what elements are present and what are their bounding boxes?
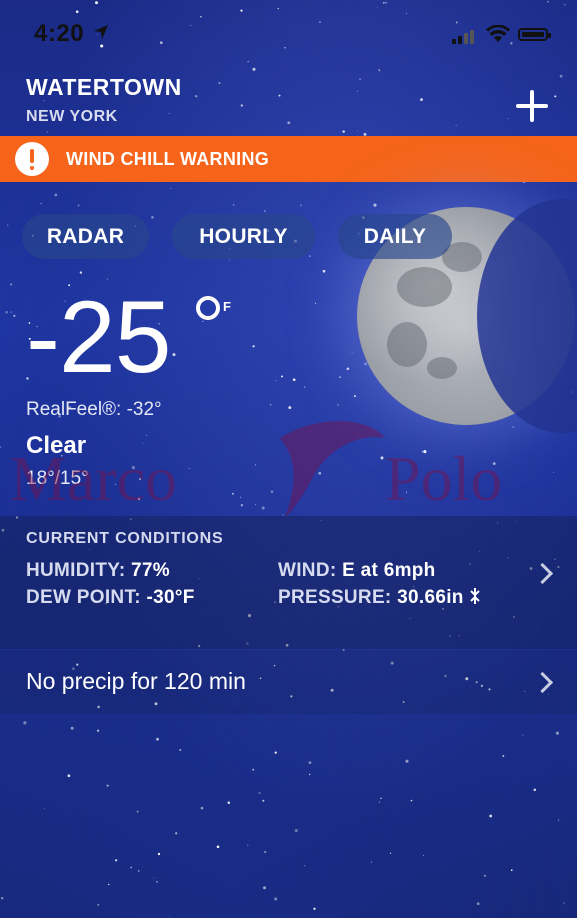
- view-tabs: RADAR HOURLY DAILY: [0, 214, 577, 259]
- alert-text: WIND CHILL WARNING: [66, 148, 270, 169]
- signal-icon: [452, 30, 474, 44]
- battery-icon: [518, 28, 551, 41]
- wind-label: WIND:: [278, 560, 337, 581]
- wifi-icon: [486, 25, 510, 42]
- add-location-button[interactable]: [514, 88, 550, 124]
- tab-hourly[interactable]: HOURLY: [172, 214, 315, 259]
- weather-alert-banner[interactable]: WIND CHILL WARNING: [0, 136, 577, 182]
- svg-text:Polo: Polo: [385, 443, 502, 514]
- state-name: NEW YORK: [26, 108, 118, 125]
- tab-daily[interactable]: DAILY: [338, 214, 452, 259]
- humidity-label: HUMIDITY:: [26, 560, 126, 581]
- temperature-unit: F: [223, 299, 231, 314]
- weather-condition: Clear: [26, 432, 87, 459]
- dew-point-label: DEW POINT:: [26, 587, 141, 608]
- pressure-steady-icon: [470, 588, 480, 604]
- chevron-right-icon: [531, 671, 554, 694]
- current-conditions-panel[interactable]: CURRENT CONDITIONS HUMIDITY: 77% DEW POI…: [0, 516, 577, 649]
- wind-value: E at 6mph: [342, 560, 436, 581]
- city-name: WATERTOWN: [26, 74, 182, 100]
- current-temperature: -25: [26, 280, 171, 394]
- pressure-row: PRESSURE: 30.66in: [278, 587, 481, 609]
- status-time: 4:20: [34, 20, 85, 47]
- humidity-value: 77%: [131, 560, 170, 581]
- dew-point-row: DEW POINT: -30°F: [26, 587, 195, 609]
- degree-symbol: [196, 296, 220, 320]
- realfeel-temperature: RealFeel®: -32°: [26, 399, 162, 420]
- high-low-temperature: 18°/15°: [26, 468, 89, 489]
- alert-icon: [15, 142, 49, 176]
- status-bar: 4:20: [0, 18, 577, 52]
- wind-row: WIND: E at 6mph: [278, 560, 436, 582]
- precip-forecast-text: No precip for 120 min: [26, 668, 246, 694]
- pressure-label: PRESSURE:: [278, 587, 392, 608]
- pressure-value: 30.66in: [397, 587, 464, 608]
- tab-radar[interactable]: RADAR: [22, 214, 149, 259]
- humidity-row: HUMIDITY: 77%: [26, 560, 170, 582]
- chevron-right-icon: [531, 562, 554, 585]
- current-conditions-title: CURRENT CONDITIONS: [26, 530, 224, 547]
- minutecast-row[interactable]: No precip for 120 min: [0, 650, 577, 714]
- dew-point-value: -30°F: [146, 587, 195, 608]
- location-arrow-icon: [94, 25, 108, 39]
